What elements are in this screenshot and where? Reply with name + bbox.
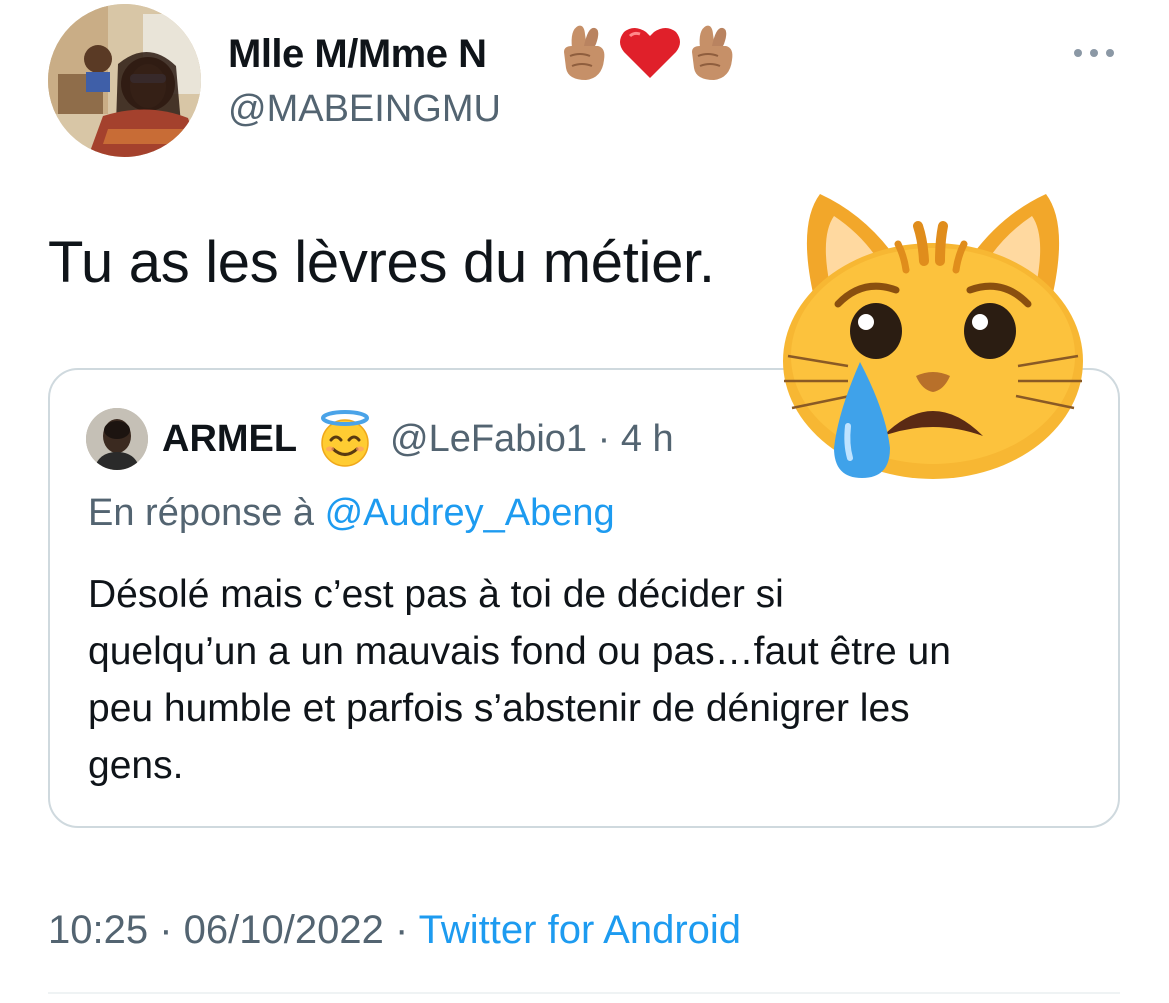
tweet-timestamp[interactable]: 10:25 · 06/10/2022 bbox=[48, 908, 384, 952]
reply-context: En réponse à @Audrey_Abeng bbox=[88, 490, 615, 536]
quoted-author-meta: @LeFabio1 · 4 h bbox=[390, 416, 674, 462]
meta-separator: · bbox=[587, 418, 621, 460]
divider bbox=[48, 992, 1120, 994]
red-heart-icon bbox=[620, 28, 680, 78]
quoted-author-name[interactable]: ARMEL bbox=[162, 416, 297, 462]
tweet-source-link[interactable]: Twitter for Android bbox=[419, 908, 741, 952]
author-handle[interactable]: @MABEINGMU bbox=[228, 86, 501, 132]
author-display-name[interactable]: Mlle M/Mme N bbox=[228, 30, 487, 78]
quoted-text-line: Désolé mais c’est pas à toi de décider s… bbox=[88, 573, 784, 616]
author-avatar[interactable] bbox=[48, 4, 201, 157]
avatar-photo bbox=[48, 4, 201, 157]
reply-to-mention-link[interactable]: @Audrey_Abeng bbox=[325, 492, 615, 534]
crossed-fingers-icon bbox=[564, 25, 605, 80]
quoted-text-line: gens. bbox=[88, 744, 184, 787]
tweet-text: Tu as les lèvres du métier. bbox=[48, 230, 715, 295]
crying-cat-face-icon bbox=[783, 194, 1083, 479]
tweet-footer: 10:25 · 06/10/2022 · Twitter for Android bbox=[48, 906, 741, 954]
footer-separator: · bbox=[383, 908, 419, 952]
more-options-icon[interactable] bbox=[1070, 38, 1118, 68]
quoted-tweet-text: Désolé mais c’est pas à toi de décider s… bbox=[88, 566, 1098, 794]
reply-prefix: En réponse à bbox=[88, 492, 325, 534]
quoted-author-avatar[interactable] bbox=[86, 408, 148, 470]
quoted-text-line: peu humble et parfois s’abstenir de déni… bbox=[88, 687, 910, 730]
crossed-fingers-icon bbox=[692, 25, 733, 80]
quoted-author-handle[interactable]: @LeFabio1 bbox=[390, 418, 587, 460]
author-name-emojis bbox=[564, 25, 733, 80]
quoted-tweet-time[interactable]: 4 h bbox=[621, 418, 674, 460]
quoted-text-line: quelqu’un a un mauvais fond ou pas…faut … bbox=[88, 630, 951, 673]
quoted-avatar-photo bbox=[86, 408, 148, 470]
smiling-face-with-halo-icon bbox=[321, 410, 369, 467]
